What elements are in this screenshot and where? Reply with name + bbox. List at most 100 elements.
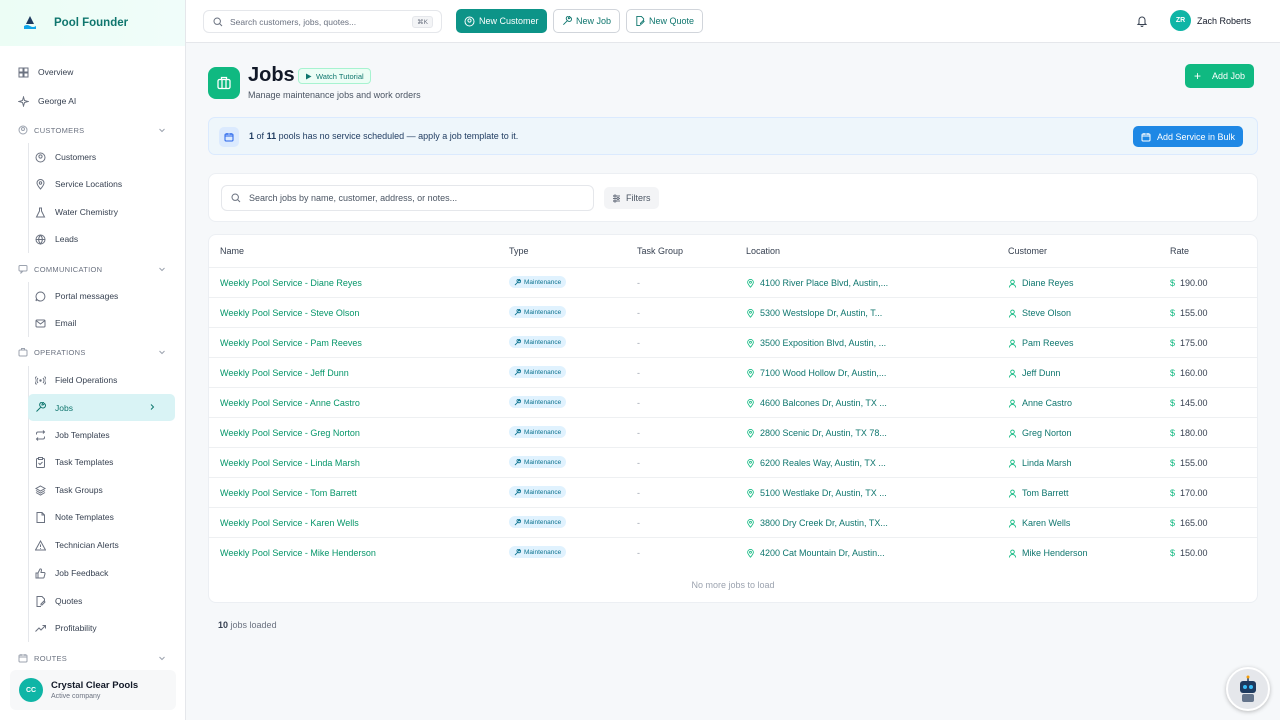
location-link[interactable]: 2800 Scenic Dr, Austin, TX 78... [746, 428, 887, 438]
sidebar-item-overview[interactable]: Overview [18, 62, 73, 82]
rate-value: $180.00 [1170, 428, 1208, 438]
table-row[interactable]: Weekly Pool Service - Karen Wells Mainten… [209, 507, 1257, 537]
column-header-name[interactable]: Name [220, 246, 244, 256]
location-link[interactable]: 3800 Dry Creek Dr, Austin, TX... [746, 518, 888, 528]
user-icon [1008, 309, 1017, 318]
sidebar-item-field-operations[interactable]: Field Operations [35, 370, 117, 390]
customer-link[interactable]: Pam Reeves [1008, 338, 1074, 348]
customer-link[interactable]: Diane Reyes [1008, 278, 1074, 288]
sidebar-item-portal-messages[interactable]: Portal messages [35, 286, 118, 306]
table-row[interactable]: Weekly Pool Service - Pam Reeves Maintena… [209, 327, 1257, 357]
column-header-type[interactable]: Type [509, 246, 529, 256]
location-link[interactable]: 5300 Westslope Dr, Austin, T... [746, 308, 882, 318]
job-name-link[interactable]: Weekly Pool Service - Anne Castro [220, 398, 360, 408]
rate-amount: 175.00 [1180, 338, 1208, 348]
customer-link[interactable]: Jeff Dunn [1008, 368, 1060, 378]
job-name-link[interactable]: Weekly Pool Service - Diane Reyes [220, 278, 362, 288]
sidebar-item-email[interactable]: Email [35, 313, 76, 333]
table-row[interactable]: Weekly Pool Service - Anne Castro Mainten… [209, 387, 1257, 417]
customer-link[interactable]: Anne Castro [1008, 398, 1072, 408]
sidebar-item-label: Jobs [55, 402, 73, 413]
bell-icon[interactable] [1136, 15, 1148, 27]
task-group-value: - [637, 428, 640, 438]
customer-link[interactable]: Karen Wells [1008, 518, 1070, 528]
customer-link[interactable]: Linda Marsh [1008, 458, 1072, 468]
job-name-link[interactable]: Weekly Pool Service - Jeff Dunn [220, 368, 349, 378]
watch-tutorial-button[interactable]: Watch Tutorial [298, 68, 371, 84]
table-row[interactable]: Weekly Pool Service - Mike Henderson Main… [209, 537, 1257, 567]
filters-button[interactable]: Filters [604, 187, 659, 209]
section-communication[interactable]: COMMUNICATION [18, 264, 168, 274]
sidebar-item-leads[interactable]: Leads [35, 229, 78, 249]
column-header-rate[interactable]: Rate [1170, 246, 1189, 256]
table-row[interactable]: Weekly Pool Service - Greg Norton Mainten… [209, 417, 1257, 447]
sidebar-item-note-templates[interactable]: Note Templates [35, 507, 114, 527]
job-name-link[interactable]: Weekly Pool Service - Greg Norton [220, 428, 360, 438]
sidebar-item-customers[interactable]: Customers [35, 147, 96, 167]
job-name-link[interactable]: Weekly Pool Service - Tom Barrett [220, 488, 357, 498]
customer-link[interactable]: Tom Barrett [1008, 488, 1069, 498]
main-content: Jobs Watch Tutorial Manage maintenance j… [186, 43, 1280, 720]
user-menu[interactable]: ZR Zach Roberts [1170, 10, 1251, 31]
global-search-input[interactable]: Search customers, jobs, quotes... ⌘K [203, 10, 442, 33]
table-row[interactable]: Weekly Pool Service - Tom Barrett Mainten… [209, 477, 1257, 507]
location-link[interactable]: 4100 River Place Blvd, Austin,... [746, 278, 888, 288]
alert-triangle-icon [35, 539, 46, 550]
location-link[interactable]: 4200 Cat Mountain Dr, Austin... [746, 548, 885, 558]
customer-link[interactable]: Greg Norton [1008, 428, 1072, 438]
new-job-button[interactable]: New Job [553, 9, 621, 33]
job-name-link[interactable]: Weekly Pool Service - Linda Marsh [220, 458, 360, 468]
add-job-button[interactable]: + Add Job [1185, 64, 1255, 88]
job-name-link[interactable]: Weekly Pool Service - Mike Henderson [220, 548, 376, 558]
table-row[interactable]: Weekly Pool Service - Jeff Dunn Maintenan… [209, 357, 1257, 387]
table-row[interactable]: Weekly Pool Service - Steve Olson Mainten… [209, 297, 1257, 327]
sidebar-item-service-locations[interactable]: Service Locations [35, 174, 122, 194]
new-quote-button[interactable]: New Quote [626, 9, 704, 33]
flask-icon [35, 207, 46, 217]
job-name-link[interactable]: Weekly Pool Service - Karen Wells [220, 518, 359, 528]
sidebar-item-jobs[interactable]: Jobs [28, 394, 175, 421]
location-link[interactable]: 5100 Westlake Dr, Austin, TX ... [746, 488, 887, 498]
sidebar-item-profitability[interactable]: Profitability [35, 618, 97, 638]
column-header-task-group[interactable]: Task Group [637, 246, 683, 256]
company-switcher[interactable]: CC Crystal Clear Pools Active company [10, 670, 176, 710]
map-pin-icon [747, 308, 754, 318]
message-circle-icon [35, 290, 46, 301]
sidebar-item-label: Field Operations [55, 375, 118, 385]
table-row[interactable]: Weekly Pool Service - Linda Marsh Mainten… [209, 447, 1257, 477]
dollar-icon: $ [1170, 458, 1176, 468]
section-operations[interactable]: OPERATIONS [18, 347, 168, 357]
clipboard-check-icon [36, 456, 45, 468]
sidebar-item-water-chemistry[interactable]: Water Chemistry [35, 202, 118, 222]
customer-link[interactable]: Steve Olson [1008, 308, 1071, 318]
company-name: Crystal Clear Pools [51, 680, 139, 691]
column-header-customer[interactable]: Customer [1008, 246, 1047, 256]
section-customers[interactable]: CUSTOMERS [18, 125, 168, 135]
sidebar-item-job-templates[interactable]: Job Templates [35, 425, 110, 445]
sidebar-item-job-feedback[interactable]: Job Feedback [35, 563, 108, 583]
brand[interactable]: Pool Founder [0, 0, 185, 46]
job-name-link[interactable]: Weekly Pool Service - Steve Olson [220, 308, 359, 318]
job-name-link[interactable]: Weekly Pool Service - Pam Reeves [220, 338, 362, 348]
location-link[interactable]: 6200 Reales Way, Austin, TX ... [746, 458, 886, 468]
sidebar-item-task-templates[interactable]: Task Templates [35, 452, 113, 472]
sidebar-item-label: Profitability [55, 623, 97, 633]
location-link[interactable]: 4600 Balcones Dr, Austin, TX ... [746, 398, 887, 408]
table-row[interactable]: Weekly Pool Service - Diane Reyes Mainten… [209, 267, 1257, 297]
sidebar-item-technician-alerts[interactable]: Technician Alerts [35, 535, 119, 555]
wrench-icon [36, 402, 46, 412]
customer-link[interactable]: Mike Henderson [1008, 548, 1088, 558]
sidebar-item-quotes[interactable]: Quotes [35, 591, 82, 611]
location-link[interactable]: 3500 Exposition Blvd, Austin, ... [746, 338, 886, 348]
jobs-search-input[interactable]: Search jobs by name, customer, address, … [221, 185, 594, 211]
rate-value: $160.00 [1170, 368, 1208, 378]
column-header-location[interactable]: Location [746, 246, 780, 256]
add-service-in-bulk-button[interactable]: Add Service in Bulk [1133, 126, 1244, 147]
sidebar-item-task-groups[interactable]: Task Groups [35, 480, 103, 500]
location-link[interactable]: 7100 Wood Hollow Dr, Austin,... [746, 368, 886, 378]
new-customer-button[interactable]: New Customer [456, 9, 547, 33]
page-subtitle: Manage maintenance jobs and work orders [248, 90, 421, 100]
assistant-bot-button[interactable] [1226, 667, 1270, 711]
section-routes[interactable]: ROUTES [18, 653, 168, 663]
sidebar-item-george-ai[interactable]: George AI [18, 91, 76, 111]
